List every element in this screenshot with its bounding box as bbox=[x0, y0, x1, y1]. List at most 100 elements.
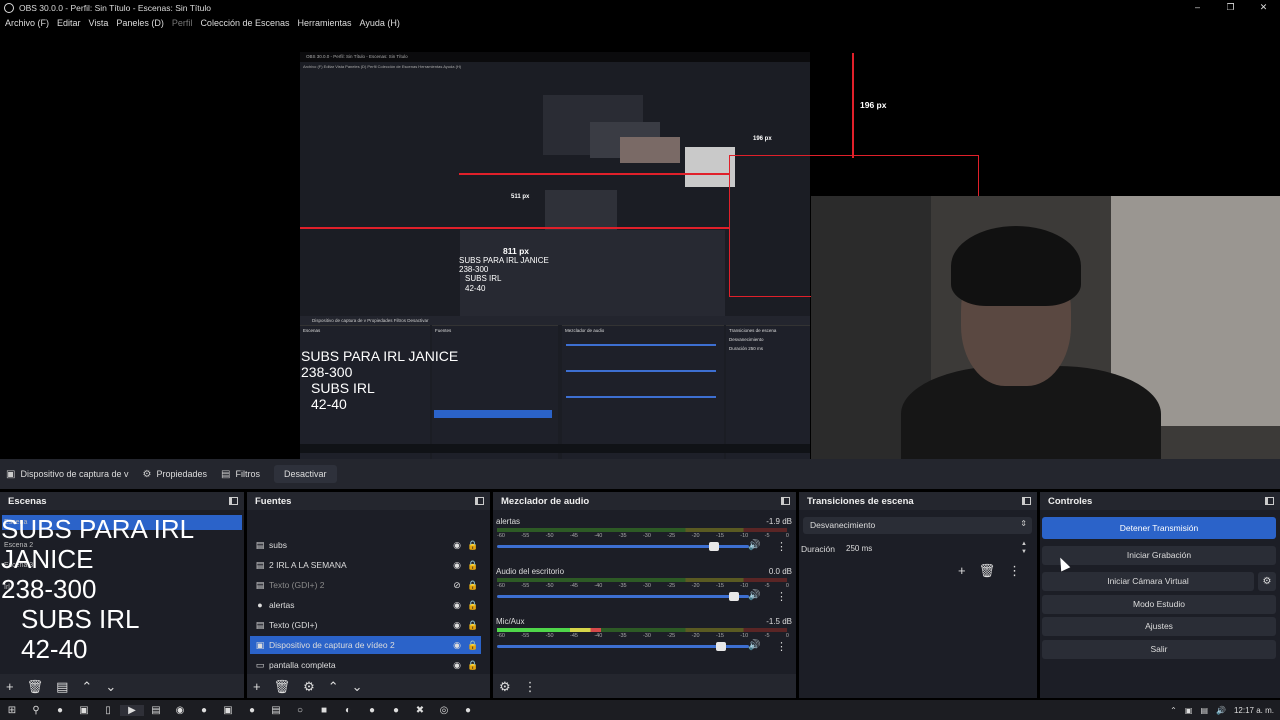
network-icon[interactable]: ▤ bbox=[1200, 706, 1208, 715]
maximize-button[interactable]: ❐ bbox=[1214, 0, 1247, 15]
tray-chevron-up-icon[interactable]: ⌃ bbox=[1170, 706, 1177, 715]
properties-button[interactable]: ⚙ Propiedades bbox=[143, 469, 208, 480]
fader-knob[interactable] bbox=[716, 642, 727, 651]
studio-mode-button[interactable]: Modo Estudio bbox=[1042, 595, 1276, 614]
speaker-icon[interactable]: 🔊 bbox=[748, 590, 760, 601]
mixer-settings-button[interactable]: ⚙ bbox=[499, 680, 511, 693]
notepad-icon[interactable]: ▯ bbox=[96, 705, 120, 716]
source-item[interactable]: ● alertas ◉ 🔒 bbox=[253, 596, 481, 614]
app-icon-2[interactable]: ● bbox=[192, 705, 216, 716]
firefox-icon[interactable]: ● bbox=[240, 705, 264, 716]
remove-source-button[interactable]: 🗑 bbox=[274, 680, 291, 693]
speaker-icon[interactable]: 🔊 bbox=[748, 640, 760, 651]
tray-app-icon[interactable]: ▣ bbox=[1185, 706, 1193, 715]
move-source-down-button[interactable]: ⌄ bbox=[352, 680, 363, 693]
windows-start-icon[interactable]: ⊞ bbox=[0, 705, 24, 716]
channel-menu-icon[interactable]: ⋮ bbox=[776, 540, 787, 553]
start-virtual-camera-button[interactable]: Iniciar Cámara Virtual bbox=[1042, 572, 1254, 591]
undock-icon[interactable] bbox=[1022, 497, 1031, 505]
visibility-eye-off-icon[interactable]: ⊘ bbox=[449, 580, 465, 591]
menu-herramientas[interactable]: Herramientas bbox=[298, 18, 352, 28]
taskbar-clock[interactable]: 12:17 a. m. bbox=[1234, 706, 1274, 715]
filters-button[interactable]: ▤ Filtros bbox=[221, 469, 260, 480]
fader-knob[interactable] bbox=[708, 542, 719, 551]
stop-stream-button[interactable]: Detener Transmisión bbox=[1042, 517, 1276, 539]
source-settings-button[interactable]: ⚙ bbox=[303, 680, 315, 693]
visibility-eye-icon[interactable]: ◉ bbox=[449, 560, 465, 571]
visibility-eye-icon[interactable]: ◉ bbox=[449, 620, 465, 631]
exit-button[interactable]: Salir bbox=[1042, 640, 1276, 659]
move-scene-up-button[interactable]: ⌃ bbox=[81, 680, 92, 693]
discord-icon[interactable]: ● bbox=[360, 705, 384, 716]
volume-fader[interactable] bbox=[497, 592, 749, 601]
menu-perfil[interactable]: Perfil bbox=[172, 18, 193, 28]
discord-icon-2[interactable]: ● bbox=[384, 705, 408, 716]
capcut-icon[interactable]: ✖ bbox=[408, 705, 432, 716]
close-button[interactable]: ✕ bbox=[1247, 0, 1280, 15]
app-icon-5[interactable]: ○ bbox=[288, 705, 312, 716]
channel-menu-icon[interactable]: ⋮ bbox=[776, 590, 787, 603]
source-item[interactable]: ▤ subs ◉ 🔒 bbox=[253, 536, 481, 554]
fader-knob[interactable] bbox=[728, 592, 739, 601]
app-icon[interactable]: ▣ bbox=[72, 705, 96, 716]
visibility-eye-icon[interactable]: ◉ bbox=[449, 600, 465, 611]
transition-menu-button[interactable]: ⋮ bbox=[1008, 563, 1021, 579]
lock-icon[interactable]: 🔒 bbox=[465, 660, 481, 671]
preview-canvas[interactable]: OBS 30.0.0 - Perfil: Sin Título - Escena… bbox=[0, 31, 1280, 459]
menu-ayuda[interactable]: Ayuda (H) bbox=[360, 18, 400, 28]
volume-fader[interactable] bbox=[497, 542, 749, 551]
settings-button[interactable]: Ajustes bbox=[1042, 617, 1276, 636]
lock-icon[interactable]: 🔒 bbox=[465, 560, 481, 571]
lock-icon[interactable]: 🔒 bbox=[465, 620, 481, 631]
mixer-menu-button[interactable]: ⋮ bbox=[524, 680, 537, 693]
source-item-selected[interactable]: ▣ Dispositivo de captura de vídeo 2 ◉ 🔒 bbox=[250, 636, 481, 654]
add-scene-button[interactable]: + bbox=[6, 680, 14, 693]
undock-icon[interactable] bbox=[229, 497, 238, 505]
menu-paneles[interactable]: Paneles (D) bbox=[116, 18, 164, 28]
source-item[interactable]: ▤ Texto (GDI+) 2 ⊘ 🔒 bbox=[253, 576, 481, 594]
obs-taskbar-icon[interactable]: ◎ bbox=[432, 705, 456, 716]
volume-icon[interactable]: 🔊 bbox=[1216, 706, 1226, 715]
app-icon-3[interactable]: ▣ bbox=[216, 705, 240, 716]
file-explorer-icon[interactable]: ▤ bbox=[144, 705, 168, 716]
virtual-camera-settings-gear-icon[interactable]: ⚙ bbox=[1258, 572, 1276, 591]
transition-select[interactable]: Desvanecimiento ⇕ bbox=[803, 517, 1032, 534]
move-source-up-button[interactable]: ⌃ bbox=[328, 680, 339, 693]
lock-icon[interactable]: 🔒 bbox=[465, 540, 481, 551]
undock-icon[interactable] bbox=[475, 497, 484, 505]
minimize-button[interactable]: – bbox=[1181, 0, 1214, 15]
lock-icon[interactable]: 🔒 bbox=[465, 580, 481, 591]
spin-arrows-icon[interactable]: ▲ ▼ bbox=[1021, 540, 1027, 556]
menu-coleccion-escenas[interactable]: Colección de Escenas bbox=[200, 18, 289, 28]
deactivate-button[interactable]: Desactivar bbox=[273, 465, 337, 483]
scene-filters-button[interactable]: ▤ bbox=[56, 680, 68, 693]
volume-fader[interactable] bbox=[497, 642, 749, 651]
visibility-eye-icon[interactable]: ◉ bbox=[449, 540, 465, 551]
visibility-eye-icon[interactable]: ◉ bbox=[449, 660, 465, 671]
start-recording-button[interactable]: Iniciar Grabación bbox=[1042, 546, 1276, 565]
lock-icon[interactable]: 🔒 bbox=[465, 600, 481, 611]
channel-menu-icon[interactable]: ⋮ bbox=[776, 640, 787, 653]
source-item[interactable]: ▭ pantalla completa ◉ 🔒 bbox=[253, 656, 481, 674]
search-icon[interactable]: ⚲ bbox=[24, 705, 48, 716]
lock-icon[interactable]: 🔒 bbox=[465, 640, 481, 651]
remove-scene-button[interactable]: 🗑 bbox=[27, 680, 44, 693]
source-item[interactable]: ▤ 2 IRL A LA SEMANA ◉ 🔒 bbox=[253, 556, 481, 574]
app-icon-4[interactable]: ▤ bbox=[264, 705, 288, 716]
undock-icon[interactable] bbox=[1265, 497, 1274, 505]
source-item[interactable]: ▤ Texto (GDI+) ◉ 🔒 bbox=[253, 616, 481, 634]
chrome-icon[interactable]: ◉ bbox=[168, 705, 192, 716]
visibility-eye-icon[interactable]: ◉ bbox=[449, 640, 465, 651]
media-player-icon[interactable]: ▶ bbox=[120, 704, 144, 716]
menu-editar[interactable]: Editar bbox=[57, 18, 81, 28]
undock-icon[interactable] bbox=[781, 497, 790, 505]
steam-icon-2[interactable]: ● bbox=[456, 705, 480, 716]
steam-icon[interactable]: ● bbox=[48, 705, 72, 716]
move-scene-down-button[interactable]: ⌄ bbox=[105, 680, 116, 693]
menu-archivo[interactable]: Archivo (F) bbox=[5, 18, 49, 28]
app-icon-7[interactable]: ◐ bbox=[336, 705, 360, 716]
menu-vista[interactable]: Vista bbox=[89, 18, 109, 28]
duration-field[interactable]: 250 ms ▲ ▼ bbox=[840, 540, 1032, 558]
remove-transition-button[interactable]: 🗑 bbox=[979, 563, 996, 579]
add-source-button[interactable]: + bbox=[253, 680, 261, 693]
